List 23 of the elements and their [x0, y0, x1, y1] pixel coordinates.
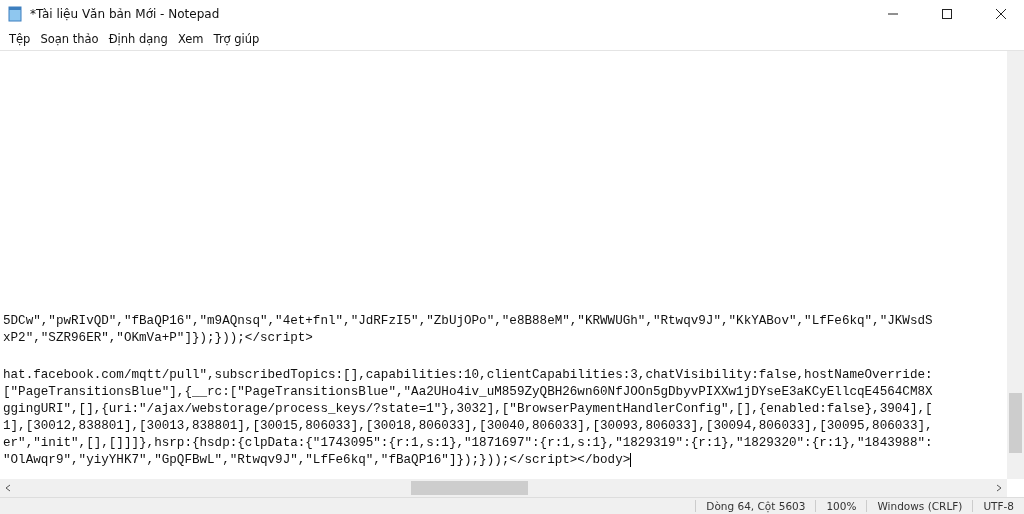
menu-item[interactable]: Tệp: [4, 32, 36, 46]
code-line: "OlAwqr9","yiyYHK7","GpQFBwL","Rtwqv9J","LfFe6kq","fBaQP16"]});}));</script></body>: [3, 452, 633, 469]
horizontal-scrollbar[interactable]: [0, 479, 1007, 497]
code-line: ggingURI",[],{uri:"/ajax/webstorage/process_keys/?state=1"},3032],["BrowserPaymentHandlerConfig",[],{enabled:false},3904],[: [3, 401, 934, 418]
code-line: ["PageTransitionsBlue"],{__rc:["PageTransitionsBlue","Aa2UHo4iv_uM859ZyQBH26wn60NfJOOn5gDbyvPIXXw1jDYseE3aKCyEllcqE4564CM8X: [3, 384, 934, 401]
notepad-icon: [8, 6, 22, 22]
code-line: xP2","SZR96ER","OKmVa+P"]});}));</script>: [3, 330, 314, 347]
menu-item[interactable]: Soạn thảo: [35, 32, 104, 46]
window-title: *Tài liệu Văn bản Mới - Notepad: [30, 7, 221, 21]
code-line: er","init",[],[]]]},hsrp:{hsdp:{clpData:{"1743095":{r:1,s:1},"1871697":{r:1,s:1},"1829319":{r:1},"1829320":{r:1},"1843988":: [3, 435, 934, 452]
status-text: 100%: [815, 500, 867, 512]
maximize-icon: [942, 9, 952, 19]
status-text: UTF-8: [972, 500, 1024, 512]
menu-item[interactable]: Định dạng: [103, 32, 173, 46]
status-text: Dòng 64, Cột 5603: [695, 500, 816, 512]
status-text: Windows (CRLF): [866, 500, 973, 512]
menu-item[interactable]: Trợ giúp: [208, 32, 265, 46]
vertical-scrollbar[interactable]: [1007, 51, 1024, 479]
close-icon: [996, 9, 1006, 19]
code-line: 5DCw","pwRIvQD","fBaQP16","m9AQnsq","4et+fnl","JdRFzI5","ZbUjOPo","e8B88eM","KRWWUGh","Rtwqv9J","KkYABov","LfFe6kq","JKWsdS: [3, 313, 934, 330]
code-line: 1],[30012,838801],[30013,838801],[30015,806033],[30018,806033],[30040,806033],[30093,806033],[30094,806033],[30095,806033],: [3, 418, 934, 435]
menu-item[interactable]: Xem: [172, 32, 209, 46]
code-line: hat.facebook.com/mqtt/pull",subscribedTopics:[],capabilities:10,clientCapabilities:3,chatVisibility:false,hostNameOverride:: [3, 367, 934, 384]
